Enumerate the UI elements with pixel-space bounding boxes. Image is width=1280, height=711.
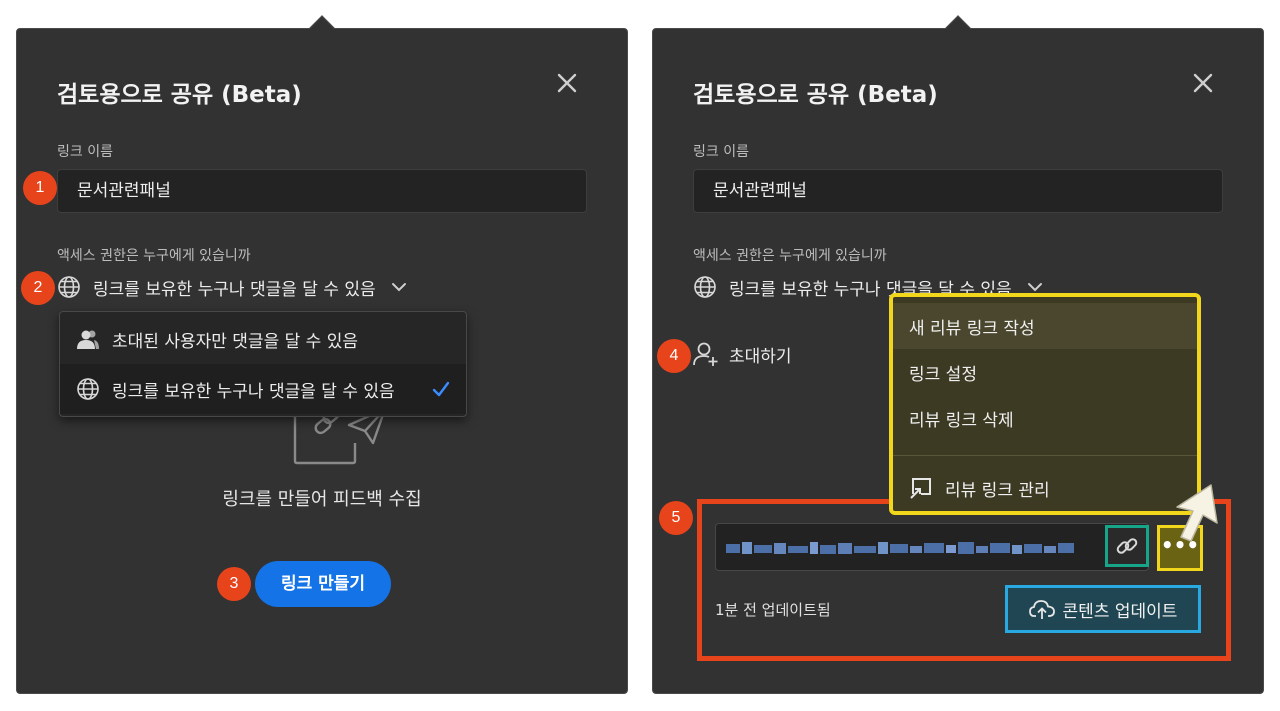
access-dropdown[interactable]: 링크를 보유한 누구나 댓글을 달 수 있음 [57, 273, 408, 301]
menu-item-manage-review-links[interactable]: 리뷰 링크 관리 [893, 465, 1197, 511]
globe-icon [58, 276, 80, 298]
pointer-arrow-icon [1176, 484, 1218, 542]
invite-label: 초대하기 [729, 346, 792, 367]
option-anyone-with-link[interactable]: 링크를 보유한 누구나 댓글을 달 수 있음 [60, 364, 466, 414]
step-badge-5: 5 [659, 501, 693, 535]
link-name-input[interactable]: 문서관련패널 [57, 169, 587, 213]
access-label: 액세스 권한은 누구에게 있습니까 [57, 248, 251, 264]
globe-icon [694, 276, 716, 298]
popover-caret [945, 15, 971, 41]
more-options-menu: 새 리뷰 링크 작성 링크 설정 리뷰 링크 삭제 리뷰 링크 관리 [889, 293, 1201, 515]
review-link-url-field[interactable] [715, 523, 1149, 571]
invite-button[interactable]: 초대하기 [693, 341, 792, 367]
menu-item-label: 리뷰 링크 관리 [945, 480, 1050, 501]
users-icon [77, 330, 99, 349]
step-badge-3: 3 [217, 567, 251, 601]
copy-link-button[interactable] [1105, 525, 1149, 567]
external-open-icon [910, 478, 931, 499]
update-content-label: 콘텐츠 업데이트 [1062, 601, 1178, 622]
close-icon[interactable] [553, 69, 581, 97]
last-updated-text: 1분 전 업데이트됨 [715, 601, 831, 619]
add-user-icon [693, 342, 718, 366]
share-for-review-panel-left: 검토용으로 공유 (Beta) 링크 이름 문서관련패널 액세스 권한은 누구에… [16, 15, 628, 694]
option-label: 초대된 사용자만 댓글을 달 수 있음 [112, 331, 358, 352]
link-icon [1116, 538, 1138, 554]
panel-title: 검토용으로 공유 (Beta) [693, 82, 938, 108]
share-for-review-panel-right: 검토용으로 공유 (Beta) 링크 이름 문서관련패널 액세스 권한은 누구에… [652, 15, 1264, 694]
step-badge-1: 1 [23, 171, 57, 205]
popover-caret [309, 15, 335, 41]
link-name-label: 링크 이름 [57, 144, 113, 160]
step-badge-4: 4 [657, 339, 691, 373]
link-name-input[interactable]: 문서관련패널 [693, 169, 1223, 213]
menu-divider [893, 455, 1197, 456]
blurred-url [726, 542, 1074, 554]
step-badge-2: 2 [21, 271, 55, 305]
menu-item-delete-review-link[interactable]: 리뷰 링크 삭제 [893, 395, 1197, 441]
option-label: 링크를 보유한 누구나 댓글을 달 수 있음 [112, 381, 395, 402]
link-name-label: 링크 이름 [693, 144, 749, 160]
access-options-menu: 초대된 사용자만 댓글을 달 수 있음 링크를 보유한 누구나 댓글을 달 수 … [59, 311, 467, 417]
menu-item-link-settings[interactable]: 링크 설정 [893, 349, 1197, 395]
checkmark-icon [432, 381, 450, 397]
close-icon[interactable] [1189, 69, 1217, 97]
update-content-button[interactable]: 콘텐츠 업데이트 [1005, 585, 1201, 633]
access-selected-label: 링크를 보유한 누구나 댓글을 달 수 있음 [93, 279, 376, 300]
access-label: 액세스 권한은 누구에게 있습니까 [693, 248, 887, 264]
empty-state-text: 링크를 만들어 피드백 수집 [222, 489, 422, 510]
globe-icon [77, 378, 99, 400]
chevron-down-icon [391, 283, 406, 292]
create-link-button[interactable]: 링크 만들기 [255, 561, 391, 607]
option-invited-only[interactable]: 초대된 사용자만 댓글을 달 수 있음 [60, 314, 466, 364]
panel-title: 검토용으로 공유 (Beta) [57, 82, 302, 108]
cloud-upload-icon [1028, 600, 1055, 619]
menu-item-new-review-link[interactable]: 새 리뷰 링크 작성 [893, 303, 1197, 349]
